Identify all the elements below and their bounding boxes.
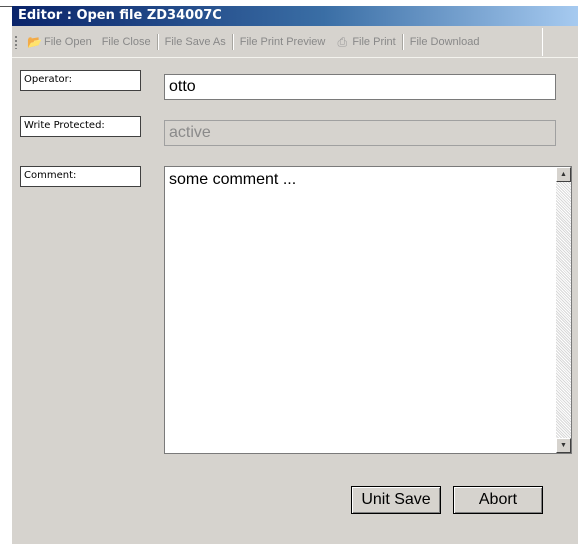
write-protected-field: active [164,120,556,146]
comment-text: some comment ... [169,171,297,188]
file-print-button[interactable]: ⎙ File Print [330,36,400,48]
scroll-up-icon[interactable]: ▲ [556,167,571,182]
unit-save-button[interactable]: Unit Save [351,486,441,514]
operator-field[interactable]: otto [164,74,556,100]
file-print-label: File Print [352,36,396,48]
file-open-button[interactable]: 📂 File Open [22,36,97,48]
file-download-button[interactable]: File Download [405,36,485,48]
comment-scrollbar[interactable]: ▲ ▼ [556,167,571,453]
comment-label: Comment: [20,166,141,187]
file-open-label: File Open [44,36,92,48]
printer-icon: ⎙ [337,35,348,49]
editor-window: Editor : Open file ZD34007C 📂 File Open … [12,6,578,544]
file-print-preview-label: File Print Preview [239,36,326,48]
file-close-label: File Close [101,36,151,48]
write-protected-label: Write Protected: [20,116,141,137]
file-save-as-button[interactable]: File Save As [160,36,231,48]
toolbar-separator [401,34,404,50]
folder-open-icon: 📂 [27,35,42,49]
toolbar-grip[interactable] [14,35,18,49]
toolbar-separator [231,34,234,50]
file-close-button[interactable]: File Close [97,36,156,48]
window-title: Editor : Open file ZD34007C [12,6,578,26]
file-toolbar: 📂 File Open File Close File Save As File… [12,28,543,56]
operator-label: Operator: [20,70,141,91]
file-save-as-label: File Save As [164,36,226,48]
toolbar-divider [12,57,578,58]
comment-textarea[interactable]: some comment ... ▲ ▼ [164,166,572,454]
file-print-preview-button[interactable]: File Print Preview [235,36,331,48]
file-download-label: File Download [409,36,480,48]
scroll-down-icon[interactable]: ▼ [556,438,571,453]
abort-button[interactable]: Abort [453,486,543,514]
toolbar-separator [156,34,159,50]
